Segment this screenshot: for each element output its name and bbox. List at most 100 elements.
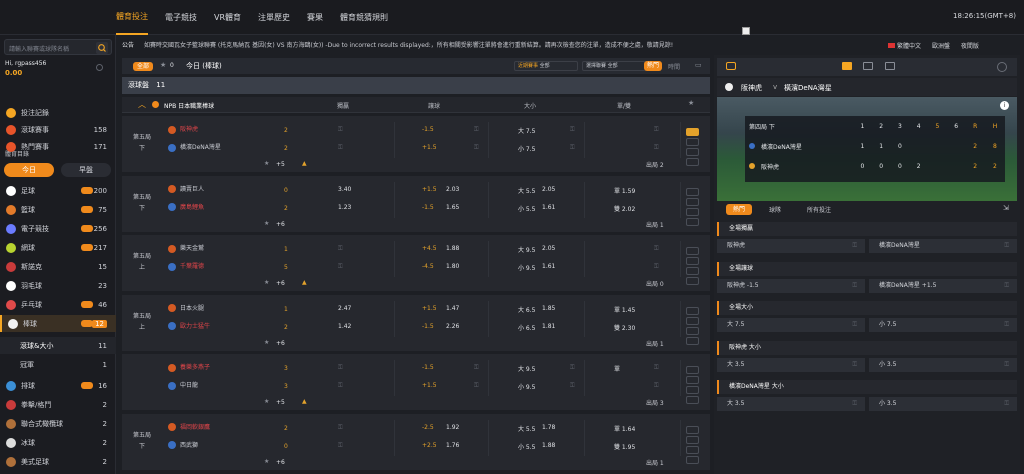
scoreboard-view-icon[interactable] (842, 62, 852, 70)
match-option-icon[interactable] (686, 158, 699, 166)
filter-all-button[interactable]: 全部 (133, 62, 153, 71)
odds-cell[interactable] (586, 140, 681, 158)
sidebar-sport-sports24[interactable]: 美式足球 2 (0, 453, 116, 470)
market-title[interactable]: 全場讓球 (717, 261, 1017, 276)
odds-cell[interactable] (586, 259, 681, 277)
team-away[interactable]: 中日龍 (168, 380, 198, 392)
match-option-icon[interactable] (686, 376, 699, 384)
odds-cell[interactable] (394, 300, 489, 319)
tab-hot[interactable]: 熱門 (726, 204, 752, 215)
sidebar-sport-sports7[interactable]: 棒球 12 (0, 315, 116, 332)
sidebar-link-1[interactable]: 滾球賽事 158 (0, 121, 116, 138)
match-option-icon[interactable] (686, 386, 699, 394)
sidebar-sport-sports3[interactable]: 網球 217 (0, 239, 116, 256)
live-tv-icon[interactable] (686, 306, 699, 315)
odds-cell[interactable] (490, 318, 585, 337)
tv-icon[interactable] (726, 62, 736, 70)
odds-format-select[interactable]: 歐洲盤 (932, 43, 950, 50)
chevron-up-icon[interactable]: ︿ (138, 99, 146, 110)
market-option-left[interactable]: 大 7.5 ⚿ (717, 318, 865, 332)
tab-all-bets[interactable]: 所有投注 (807, 205, 831, 214)
stats-icon[interactable]: ▲ (302, 398, 307, 405)
theme-select[interactable]: 夜間版 (961, 43, 979, 50)
sidebar-sport-sports2[interactable]: 電子競技 256 (0, 220, 116, 237)
topnav-item-2[interactable]: VR體育 (214, 0, 241, 35)
sidebar-sport-sports22[interactable]: 聯合式橄欖球 2 (0, 415, 116, 432)
odds-cell[interactable] (394, 181, 489, 200)
odds-cell[interactable] (300, 122, 395, 140)
sidebar-sport-sports21[interactable]: 拳擊/格鬥 2 (0, 396, 116, 413)
topnav-item-5[interactable]: 體育競猜規則 (340, 0, 388, 35)
match-option-icon[interactable] (686, 207, 699, 216)
sidebar-sub-1[interactable]: 冠軍 1 (0, 356, 116, 373)
favorite-star-icon[interactable]: ★ (264, 279, 269, 286)
match-row[interactable]: 第五局下 阪神虎 2 橫濱DeNA灣星 2 ★ +5 ▲ ⚿ ⚿ -1.5 ⚿ +1.5 ⚿ 大 7.5 ⚿ 小… (122, 116, 710, 174)
time-sort-button[interactable]: 時間 (668, 62, 680, 71)
live-tv-icon[interactable] (686, 187, 699, 196)
odds-cell[interactable] (300, 419, 395, 438)
match-option-icon[interactable] (686, 396, 699, 404)
tab-team[interactable]: 球隊 (769, 205, 781, 214)
market-title[interactable]: 全場大小 (717, 301, 1017, 315)
market-option-right[interactable]: 小 3.5 ⚿ (869, 357, 1017, 372)
match-row[interactable]: 第五局上 日本火腿 1 歐力士猛牛 2 ★ +6 2.47 1.42 +1.5 1.47 -1.5 2.… (122, 294, 710, 353)
favorite-star-icon[interactable]: ★ (264, 398, 269, 405)
more-markets[interactable]: +5 (276, 399, 285, 406)
live-tv-icon[interactable] (686, 128, 699, 136)
league-select[interactable]: 選擇聯賽 全部 (582, 61, 646, 71)
live-section-header[interactable]: 滾球盤 11 (122, 77, 710, 94)
more-markets[interactable]: +5 (276, 161, 285, 168)
odds-cell[interactable] (394, 199, 489, 218)
topnav-item-0[interactable]: 體育投注 (116, 0, 148, 35)
tab-early[interactable]: 早盤 (61, 163, 111, 177)
odds-cell[interactable] (490, 419, 585, 438)
team-away[interactable]: 廣島鯉魚 (168, 202, 204, 214)
match-option-icon[interactable] (686, 277, 699, 285)
sidebar-sport-sports20[interactable]: 排球 16 (0, 377, 116, 394)
team-away[interactable]: 橫濱DeNA灣星 (168, 142, 221, 154)
team-home[interactable]: 日本火腿 (168, 303, 204, 315)
match-option-icon[interactable] (686, 435, 699, 444)
tab-today[interactable]: 今日 (4, 163, 54, 177)
odds-cell[interactable] (300, 241, 395, 259)
odds-cell[interactable] (300, 259, 395, 277)
market-option-right[interactable]: 橫濱DeNA灣星 ⚿ (869, 239, 1017, 253)
team-home[interactable]: 樂天金鷲 (168, 243, 204, 255)
match-option-icon[interactable] (686, 316, 699, 325)
team-away[interactable]: 歐力士猛牛 (168, 321, 210, 333)
topnav-item-1[interactable]: 電子競技 (165, 0, 197, 35)
match-option-icon[interactable] (686, 138, 699, 146)
odds-cell[interactable] (300, 378, 395, 396)
odds-cell[interactable] (300, 437, 395, 456)
info-icon[interactable]: i (1000, 101, 1009, 110)
sidebar-link-2[interactable]: 熱門賽事 171 (0, 138, 116, 155)
more-markets[interactable]: +6 (276, 459, 285, 466)
stats-view-icon[interactable] (863, 62, 873, 70)
odds-cell[interactable] (586, 378, 681, 396)
market-option-left[interactable]: 大 3.5 ⚿ (717, 357, 865, 372)
match-option-icon[interactable] (686, 267, 699, 275)
team-home[interactable]: 養樂多燕子 (168, 362, 210, 374)
odds-cell[interactable] (394, 241, 489, 259)
odds-cell[interactable] (490, 199, 585, 218)
more-markets[interactable]: +6 (276, 340, 285, 347)
favorite-star-icon[interactable]: ★ (264, 339, 269, 346)
favorite-star-icon[interactable]: ★ (264, 458, 269, 465)
odds-cell[interactable] (586, 241, 681, 259)
match-row[interactable]: 第五局下 福岡軟銀鷹 2 西武獅 0 ★ +6 ⚿ ⚿ -2.5 1.92 +2.5 1.76 大 5.5… (122, 413, 710, 472)
market-option-left[interactable]: 大 3.5 ⚿ (717, 397, 865, 411)
match-option-icon[interactable] (686, 148, 699, 156)
search-icon[interactable] (96, 42, 108, 54)
sort-select[interactable]: 近期賽事 全部 (514, 61, 578, 71)
hot-sort-button[interactable]: 熱門 (644, 61, 662, 71)
odds-cell[interactable] (490, 437, 585, 456)
match-option-icon[interactable] (686, 217, 699, 226)
odds-cell[interactable] (394, 318, 489, 337)
odds-cell[interactable] (300, 360, 395, 378)
language-select[interactable]: 繁體中文 (897, 43, 921, 50)
market-title[interactable]: 阪神虎 大小 (717, 340, 1017, 355)
market-option-right[interactable]: 小 3.5 ⚿ (869, 397, 1017, 411)
match-option-icon[interactable] (686, 326, 699, 335)
sidebar-sport-sports6[interactable]: 乒乓球 46 (0, 296, 116, 313)
odds-cell[interactable] (394, 259, 489, 277)
